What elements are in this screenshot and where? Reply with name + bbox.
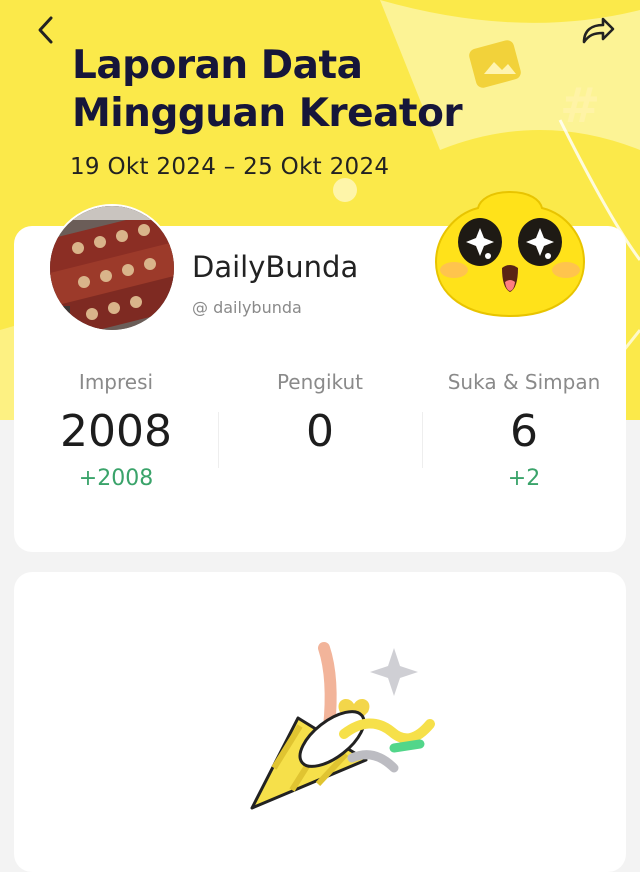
profile-handle: @ dailybunda <box>192 298 302 317</box>
stat-delta: +2 <box>507 466 541 491</box>
stat-value: 6 <box>510 406 538 457</box>
stat-value: 0 <box>306 406 334 457</box>
title-line-1: Laporan Data <box>72 43 363 88</box>
profile-card: DailyBunda @ dailybunda Impresi 2008 +20… <box>14 190 626 552</box>
avatar[interactable] <box>48 204 176 332</box>
title-line-2: Mingguan Kreator <box>72 91 463 136</box>
stat-likes-saves[interactable]: Suka & Simpan 6 +2 <box>422 366 626 516</box>
stat-delta: +2008 <box>78 466 154 491</box>
page-title: Laporan Data Mingguan Kreator <box>72 42 463 138</box>
chevron-left-icon <box>38 16 53 44</box>
date-range: 19 Okt 2024 – 25 Okt 2024 <box>70 154 390 180</box>
stat-value: 2008 <box>60 406 172 457</box>
stat-delta <box>218 466 422 494</box>
share-icon <box>582 17 615 44</box>
stat-label: Impresi <box>78 370 154 394</box>
share-button[interactable] <box>578 12 618 48</box>
party-popper-icon <box>250 642 435 810</box>
stat-impressions[interactable]: Impresi 2008 +2008 <box>14 366 218 516</box>
stat-label: Suka & Simpan <box>447 370 601 394</box>
celebration-card <box>14 572 626 872</box>
stat-followers[interactable]: Pengikut 0 <box>218 366 422 516</box>
svg-text:#: # <box>560 78 600 134</box>
stats-row: Impresi 2008 +2008 Pengikut 0 Suka & Sim… <box>14 366 626 516</box>
stat-label: Pengikut <box>276 370 364 394</box>
profile-name: DailyBunda <box>192 250 359 284</box>
avatar-image <box>50 206 174 330</box>
mascot-icon <box>434 190 586 318</box>
back-button[interactable] <box>26 12 66 48</box>
